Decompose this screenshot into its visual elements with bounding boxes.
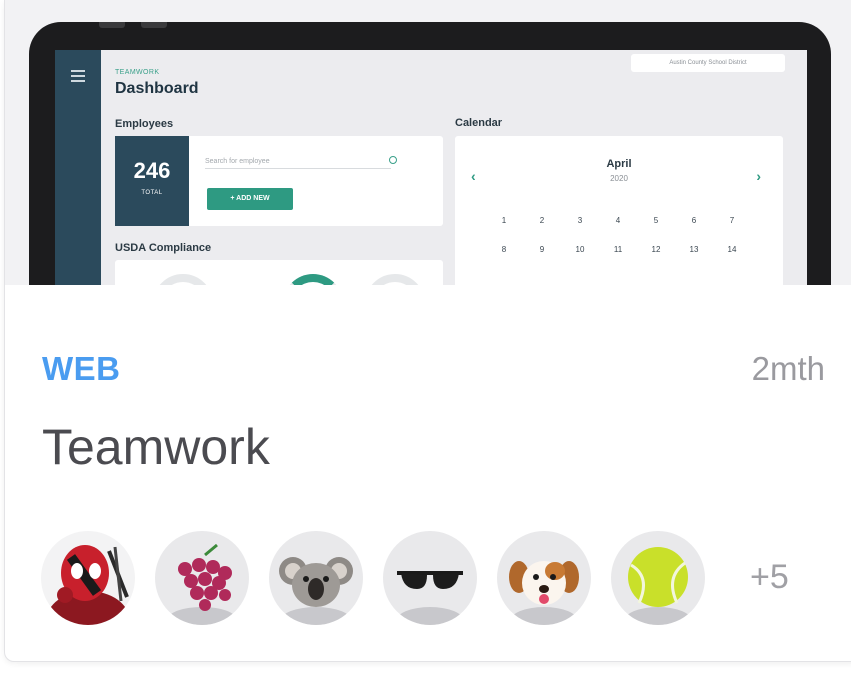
project-preview-image: TEAMWORK Dashboard Austin County School … bbox=[5, 0, 851, 285]
employees-panel: 246 TOTAL Search for employee + ADD NEW bbox=[115, 136, 443, 226]
calendar-month: April bbox=[606, 158, 632, 170]
tennis-ball-avatar-icon bbox=[624, 547, 692, 625]
menu-icon bbox=[71, 70, 85, 82]
employee-count-tile: 246 TOTAL bbox=[115, 136, 189, 226]
calendar-day: 9 bbox=[539, 245, 545, 254]
employee-count: 246 bbox=[133, 158, 171, 183]
project-card[interactable]: TEAMWORK Dashboard Austin County School … bbox=[4, 0, 851, 662]
employee-count-unit: TOTAL bbox=[141, 190, 163, 196]
calendar-day: 4 bbox=[615, 216, 621, 225]
member-avatar[interactable] bbox=[269, 531, 363, 625]
calendar-day: 5 bbox=[653, 216, 659, 225]
tablet-notch bbox=[99, 22, 125, 28]
dashboard-screen: TEAMWORK Dashboard Austin County School … bbox=[55, 50, 807, 285]
compliance-ring bbox=[365, 274, 425, 285]
add-new-button: + ADD NEW bbox=[207, 188, 293, 210]
district-select: Austin County School District bbox=[631, 54, 785, 72]
sunglasses-avatar-icon bbox=[396, 571, 464, 625]
project-category: WEB bbox=[42, 350, 121, 387]
tablet-notch bbox=[141, 22, 167, 28]
tablet-frame: TEAMWORK Dashboard Austin County School … bbox=[29, 22, 831, 285]
calendar-label: Calendar bbox=[455, 117, 503, 129]
calendar-day: 10 bbox=[575, 245, 585, 254]
calendar-day: 1 bbox=[501, 216, 507, 225]
member-avatar[interactable] bbox=[611, 531, 705, 625]
search-icon bbox=[389, 156, 397, 164]
calendar-day: 14 bbox=[727, 245, 737, 254]
more-members-count[interactable]: +5 bbox=[750, 558, 789, 597]
employee-search-field: Search for employee bbox=[205, 156, 397, 169]
grapes-avatar-icon bbox=[168, 543, 236, 625]
member-avatar[interactable] bbox=[41, 531, 135, 625]
calendar-day: 7 bbox=[729, 216, 735, 225]
calendar-day: 2 bbox=[539, 216, 545, 225]
calendar-day: 6 bbox=[691, 216, 697, 225]
calendar-grid: 1 2 3 4 5 6 7 8 9 10 11 12 13 14 bbox=[485, 216, 751, 254]
app-kicker: TEAMWORK bbox=[115, 69, 160, 76]
calendar-day: 13 bbox=[689, 245, 699, 254]
member-avatar[interactable] bbox=[155, 531, 249, 625]
employees-label: Employees bbox=[115, 118, 174, 130]
project-title[interactable]: Teamwork bbox=[42, 418, 270, 476]
dog-avatar-icon bbox=[509, 561, 579, 625]
usda-compliance-panel bbox=[115, 260, 443, 285]
compliance-ring bbox=[283, 274, 343, 285]
project-age: 2mth bbox=[751, 350, 825, 387]
employee-search-placeholder: Search for employee bbox=[205, 158, 270, 165]
usda-compliance-label: USDA Compliance bbox=[115, 242, 212, 254]
calendar-day: 12 bbox=[651, 245, 661, 254]
compliance-ring bbox=[153, 274, 213, 285]
member-avatar[interactable] bbox=[383, 531, 477, 625]
member-avatar[interactable] bbox=[497, 531, 591, 625]
calendar-day: 11 bbox=[613, 245, 623, 254]
koala-avatar-icon bbox=[279, 557, 353, 625]
deadpool-avatar-icon bbox=[46, 545, 130, 625]
calendar-day: 3 bbox=[577, 216, 583, 225]
calendar-panel: ‹ April 2020 › 1 2 3 4 5 6 7 8 9 10 11 12 13 14 bbox=[455, 136, 783, 285]
app-title: Dashboard bbox=[115, 80, 199, 97]
calendar-year: 2020 bbox=[610, 174, 628, 183]
calendar-day: 8 bbox=[501, 245, 507, 254]
app-sidebar bbox=[55, 50, 101, 285]
chevron-right-icon: › bbox=[756, 168, 761, 184]
